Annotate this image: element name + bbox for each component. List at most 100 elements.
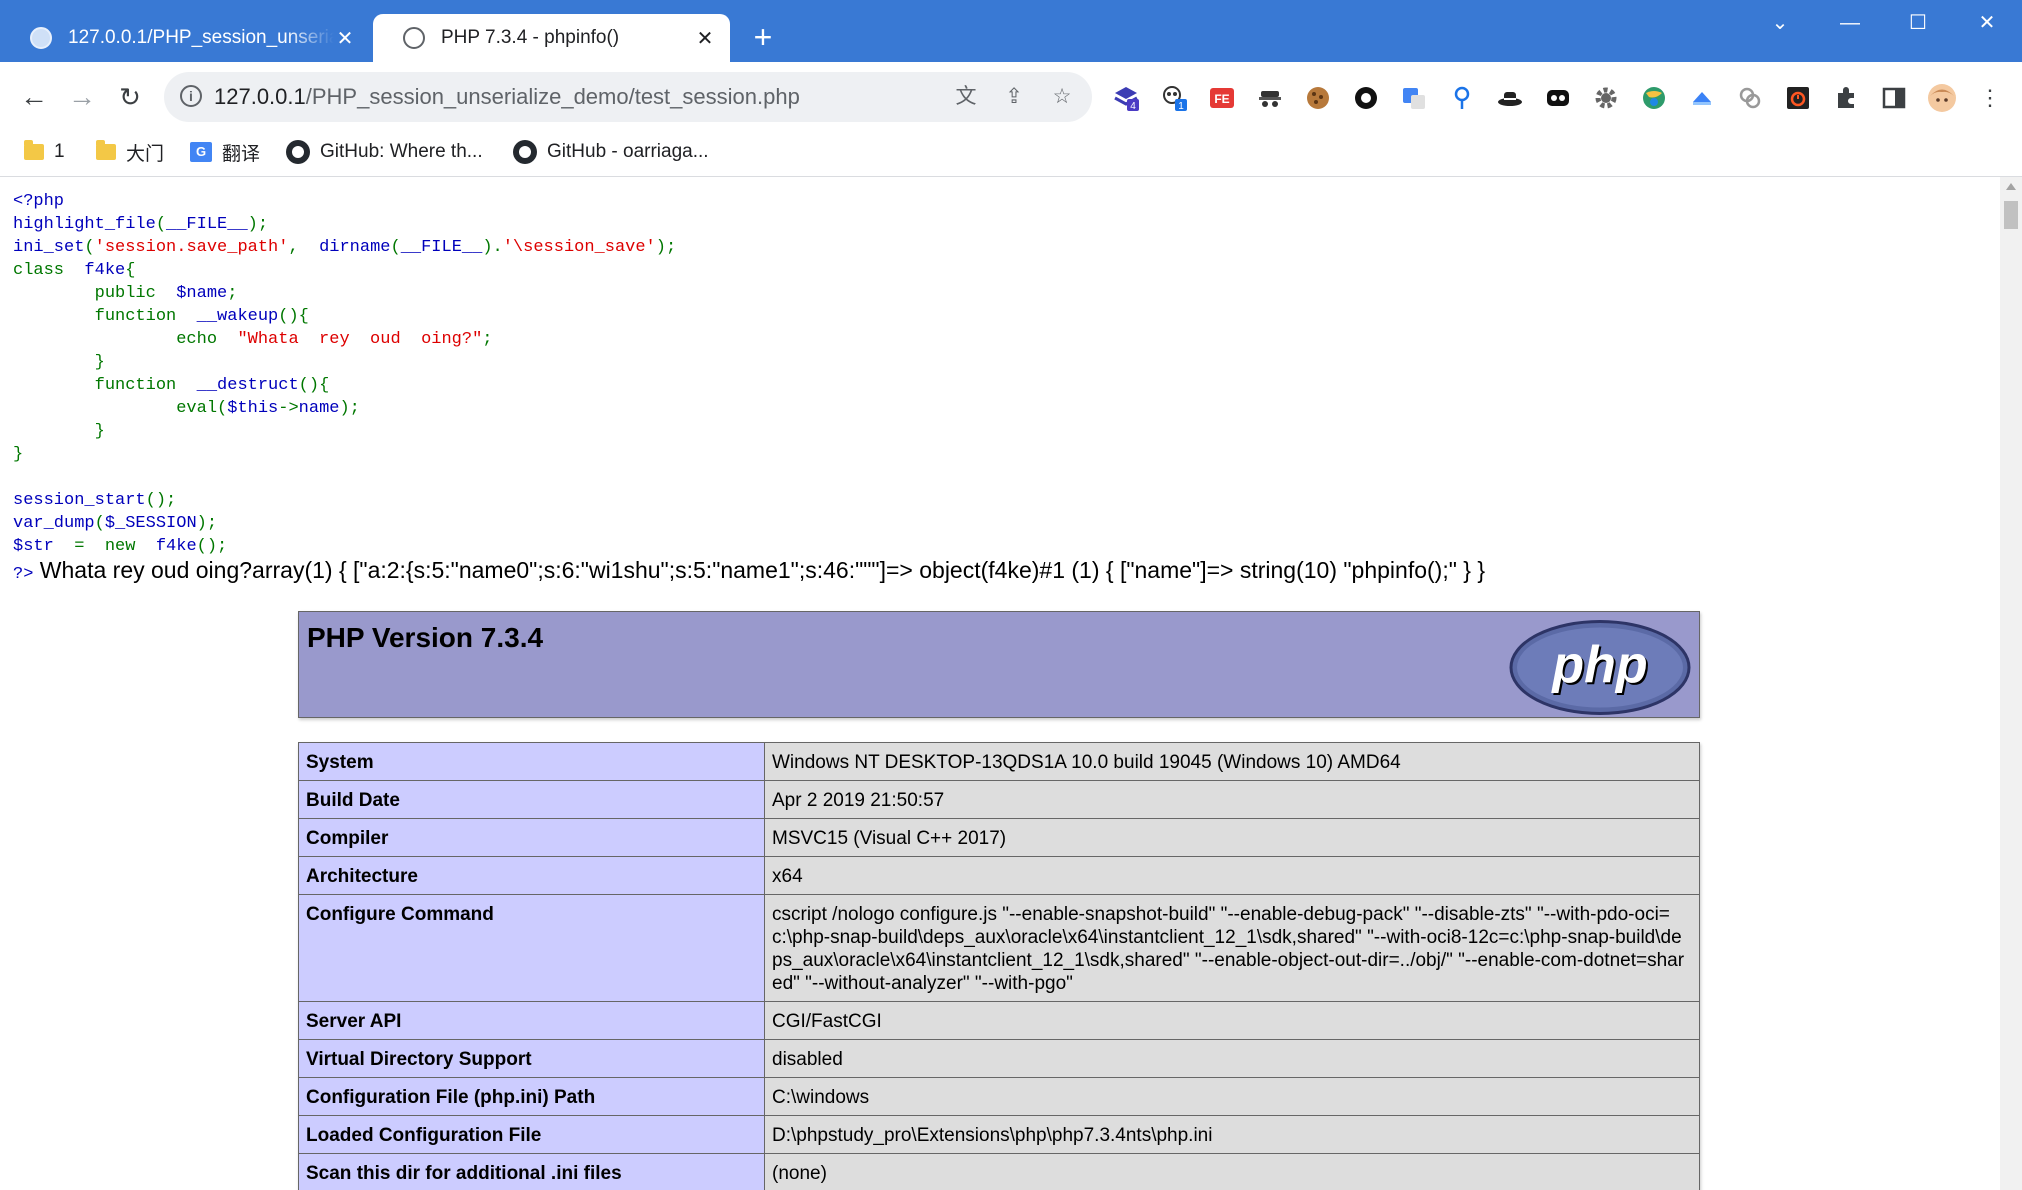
phpinfo-value: Windows NT DESKTOP-13QDS1A 10.0 build 19… <box>764 742 1700 781</box>
phpinfo-row: Build Date Apr 2 2019 21:50:57 <box>298 780 1700 819</box>
github-icon <box>513 140 537 164</box>
globe-icon <box>403 27 425 49</box>
php-open-tag: <?php <box>13 192 65 211</box>
phpinfo-value: CGI/FastCGI <box>764 1001 1700 1040</box>
extension-panda-icon[interactable]: 1 <box>1160 84 1188 112</box>
phpinfo-container: PHP Version 7.3.4 php php System Windows … <box>298 611 1700 1190</box>
phpinfo-key: Configure Command <box>298 894 765 1002</box>
phpinfo-row: System Windows NT DESKTOP-13QDS1A 10.0 bu… <box>298 742 1700 781</box>
phpinfo-key: System <box>298 742 765 781</box>
close-tab-icon[interactable]: ✕ <box>334 26 356 51</box>
bookmark-github-1[interactable]: GitHub: Where th... <box>286 138 483 166</box>
phpinfo-row: Configure Command cscript /nologo configu… <box>298 894 1700 1002</box>
globe-icon <box>30 27 52 49</box>
phpinfo-value: Apr 2 2019 21:50:57 <box>764 780 1700 819</box>
extensions-puzzle-icon[interactable] <box>1832 84 1860 112</box>
tab-title: 127.0.0.1/PHP_session_unserialize_demo/t… <box>68 27 334 48</box>
browser-toolbar: ← → ↻ i 127.0.0.1/PHP_session_unserializ… <box>0 62 2022 130</box>
share-icon[interactable]: ⇪ <box>1000 83 1028 111</box>
extension-hat-icon[interactable] <box>1496 84 1524 112</box>
extension-globe-icon[interactable] <box>1640 84 1668 112</box>
bookmark-github-2[interactable]: GitHub - oarriaga... <box>513 138 709 166</box>
phpinfo-row: Configuration File (php.ini) Path C:\wind… <box>298 1077 1700 1116</box>
scroll-up-arrow-icon[interactable] <box>2006 183 2016 190</box>
extension-fe-icon[interactable]: FE <box>1208 84 1236 112</box>
close-window-button[interactable]: ✕ <box>1967 8 2007 38</box>
extension-layers-icon[interactable]: 4 <box>1112 84 1140 112</box>
extension-gear-icon[interactable] <box>1592 84 1620 112</box>
url-path: /PHP_session_unserialize_demo/test_sessi… <box>305 84 800 109</box>
phpinfo-value: cscript /nologo configure.js "--enable-s… <box>764 894 1700 1002</box>
forward-button[interactable]: → <box>64 80 100 116</box>
translate-icon[interactable]: 文 <box>952 83 980 111</box>
script-output: ?> Whata rey oud oing?array(1) { ["a:2:{… <box>13 557 1485 584</box>
bookmark-folder-damen[interactable]: 大门 <box>96 138 164 166</box>
phpinfo-value: D:\phpstudy_pro\Extensions\php\php7.3.4n… <box>764 1115 1700 1154</box>
extension-cloud-icon[interactable] <box>1688 84 1716 112</box>
translate-icon: G <box>190 142 212 162</box>
phpinfo-row: Loaded Configuration File D:\phpstudy_pro… <box>298 1115 1700 1154</box>
close-tab-icon[interactable]: ✕ <box>694 26 716 51</box>
address-bar[interactable]: i 127.0.0.1/PHP_session_unserialize_demo… <box>164 72 1092 122</box>
new-tab-button[interactable]: + <box>748 20 778 54</box>
tab-strip: 127.0.0.1/PHP_session_unserialize_demo/t… <box>0 0 2022 62</box>
phpinfo-value: MSVC15 (Visual C++ 2017) <box>764 818 1700 857</box>
phpinfo-key: Build Date <box>298 780 765 819</box>
phpinfo-key: Virtual Directory Support <box>298 1039 765 1078</box>
bookmark-star-icon[interactable]: ☆ <box>1048 83 1076 111</box>
tab-test-session[interactable]: 127.0.0.1/PHP_session_unserialize_demo/t… <box>0 14 370 62</box>
phpinfo-row: Architecture x64 <box>298 856 1700 895</box>
minimize-button[interactable]: — <box>1830 8 1870 38</box>
folder-icon <box>24 140 44 160</box>
site-info-icon[interactable]: i <box>180 85 202 107</box>
tab-title: PHP 7.3.4 - phpinfo() <box>441 27 620 48</box>
extension-stopwatch-icon[interactable] <box>1784 84 1812 112</box>
maximize-button[interactable]: ☐ <box>1898 8 1938 38</box>
bookmark-translate[interactable]: G 翻译 <box>190 138 260 166</box>
bookmarks-bar: 1 大门 G 翻译 GitHub: Where th... GitHub - o… <box>0 130 2022 177</box>
folder-icon <box>96 140 116 160</box>
back-button[interactable]: ← <box>16 80 52 116</box>
svg-text:4: 4 <box>1130 101 1136 111</box>
reload-button[interactable]: ↻ <box>112 80 148 116</box>
svg-text:php: php <box>1550 636 1647 694</box>
extension-link-icon[interactable] <box>1736 84 1764 112</box>
phpinfo-row: Server API CGI/FastCGI <box>298 1001 1700 1040</box>
var-dump-output: Whata rey oud oing?array(1) { ["a:2:{s:5… <box>39 557 1486 583</box>
phpinfo-value: x64 <box>764 856 1700 895</box>
extension-cookie-icon[interactable] <box>1304 84 1332 112</box>
page-scrollbar[interactable] <box>2000 177 2022 1190</box>
github-icon <box>286 140 310 164</box>
bookmark-label: 1 <box>54 141 65 162</box>
bookmark-folder-1[interactable]: 1 <box>24 138 65 166</box>
extension-translate-icon[interactable] <box>1400 84 1428 112</box>
profile-avatar[interactable] <box>1926 84 1958 112</box>
bookmark-label: GitHub: Where th... <box>320 141 483 162</box>
scrollbar-thumb[interactable] <box>2004 201 2018 229</box>
side-panel-icon[interactable] <box>1880 84 1908 112</box>
svg-text:1: 1 <box>1178 101 1184 111</box>
url-host: 127.0.0.1 <box>214 84 306 109</box>
extension-ring-icon[interactable] <box>1352 84 1380 112</box>
svg-text:FE: FE <box>1214 92 1229 106</box>
extension-spy-icon[interactable] <box>1256 84 1284 112</box>
phpinfo-key: Architecture <box>298 856 765 895</box>
php-version-title: PHP Version 7.3.4 <box>307 622 544 653</box>
phpinfo-key: Compiler <box>298 818 765 857</box>
phpinfo-row: Virtual Directory Support disabled <box>298 1039 1700 1078</box>
tab-phpinfo[interactable]: PHP 7.3.4 - phpinfo() ✕ <box>373 14 730 62</box>
url-text[interactable]: 127.0.0.1/PHP_session_unserialize_demo/t… <box>214 84 800 110</box>
extension-pin-icon[interactable] <box>1448 84 1476 112</box>
page-content: <?php highlight_file(__FILE__); ini_set(… <box>0 177 2000 1190</box>
php-logo[interactable]: php php <box>1509 620 1691 715</box>
phpinfo-value: C:\windows <box>764 1077 1700 1116</box>
phpinfo-key: Loaded Configuration File <box>298 1115 765 1154</box>
extension-mask-icon[interactable] <box>1544 84 1572 112</box>
phpinfo-value: (none) <box>764 1153 1700 1190</box>
phpinfo-row: Scan this dir for additional .ini files(… <box>298 1153 1700 1190</box>
menu-kebab-icon[interactable]: ⋮ <box>1976 84 2004 112</box>
phpinfo-table: System Windows NT DESKTOP-13QDS1A 10.0 bu… <box>298 742 1700 1190</box>
phpinfo-value: disabled <box>764 1039 1700 1078</box>
tab-search-chevron-icon[interactable]: ⌄ <box>1760 8 1800 38</box>
phpinfo-key: Configuration File (php.ini) Path <box>298 1077 765 1116</box>
